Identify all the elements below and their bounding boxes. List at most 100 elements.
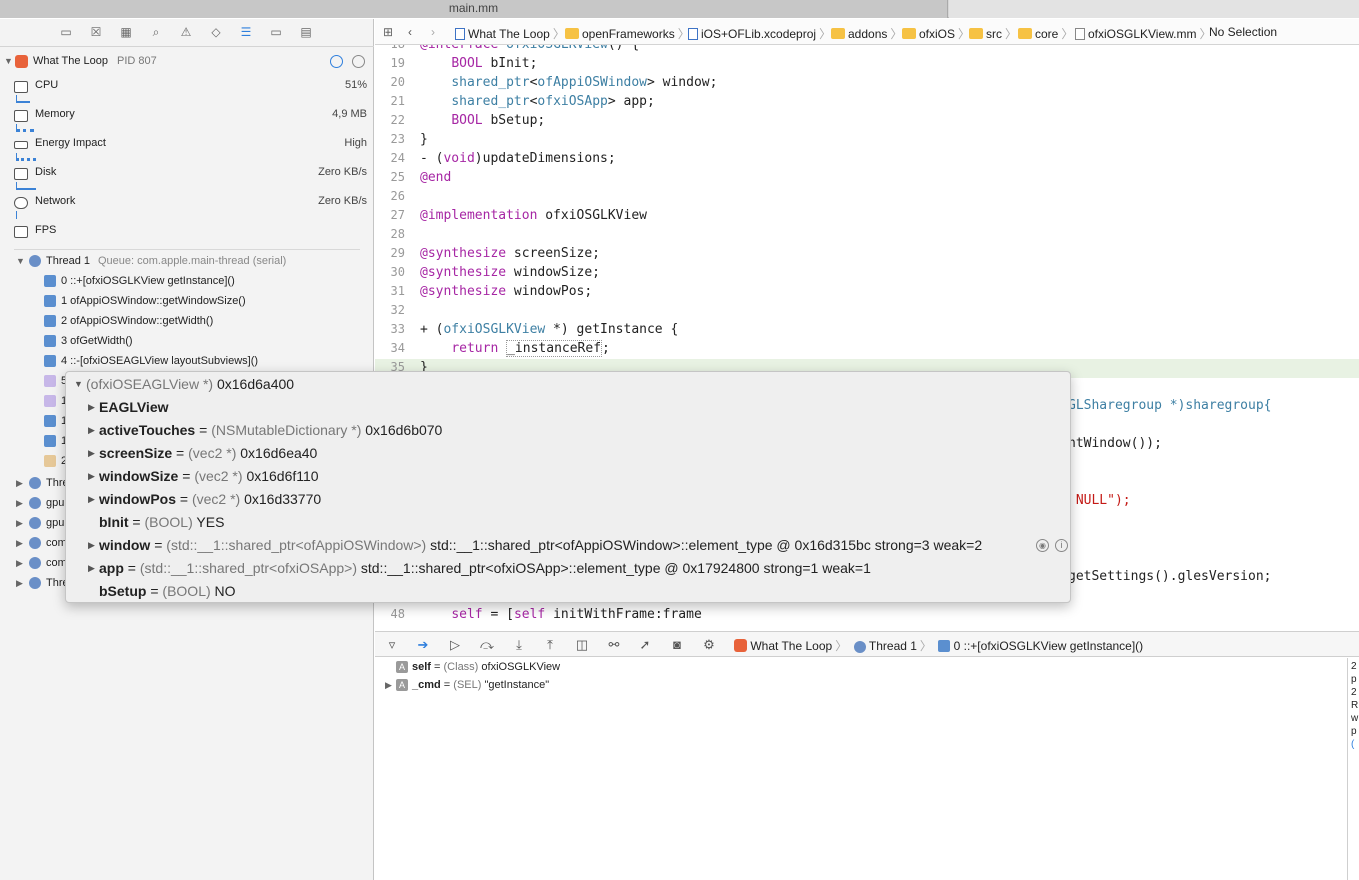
gauge-memory[interactable]: Memory 4,9 MB [0,105,374,134]
jump-item-addons[interactable]: addons 〉 [831,25,905,42]
search-icon[interactable]: ⌕ [148,25,164,39]
thread-row[interactable]: ▼ Thread 1 Queue: com.apple.main-thread … [0,251,374,271]
line-number: 32 [390,303,405,317]
quick-look-eye-icon[interactable]: ◉ [1036,539,1049,552]
disclosure-down-icon[interactable]: ▼ [4,51,13,71]
disclosure-right-icon[interactable]: ▶ [16,493,23,513]
member-value: 0x16d6ea40 [240,445,318,461]
stack-frame[interactable]: 2 ofAppiOSWindow::getWidth() [0,311,374,331]
thread-view-icon[interactable] [352,55,365,68]
jump-item-group[interactable]: openFrameworks 〉 [565,25,693,42]
back-icon[interactable]: ‹ [408,25,412,39]
line-number: 29 [390,246,405,260]
popover-row[interactable]: ▶ app = (std::__1::shared_ptr<ofxiOSApp>… [88,557,871,580]
thread-icon [29,517,41,529]
report-icon[interactable]: ▤ [298,25,314,39]
disclosure-right-icon[interactable]: ▶ [88,442,95,465]
gauge-energy[interactable]: Energy Impact High [0,134,374,163]
warning-icon[interactable]: ⚠ [178,25,194,39]
jump-item-project[interactable]: What The Loop 〉 [455,25,568,42]
member-name: window [99,537,151,553]
jump-item-selection[interactable]: No Selection [1209,25,1277,39]
disclosure-down-icon[interactable]: ▼ [74,373,83,396]
popover-header[interactable]: ▼ (ofxiOSEAGLView *) 0x16d6a400 [74,373,294,396]
memory-graph-icon[interactable]: ⚯ [606,637,622,653]
popover-row[interactable]: bInit = (BOOL) YES [88,511,224,534]
crumb-process[interactable]: What The Loop [750,639,832,653]
disclosure-right-icon[interactable]: ▶ [88,419,95,442]
tab-empty[interactable] [949,0,1359,18]
test-icon[interactable]: ◇ [208,25,224,39]
member-type: (std::__1::shared_ptr<ofxiOSApp>) [139,560,357,576]
popover-row[interactable]: ▶ windowPos = (vec2 *) 0x16d33770 [88,488,321,511]
disclosure-right-icon[interactable]: ▶ [16,473,23,493]
related-items-icon[interactable]: ⊞ [383,25,393,39]
gauge-fps[interactable]: FPS [0,221,374,250]
code-line: self = [self initWithFrame:frame [451,607,702,622]
thread-name: com [46,537,67,549]
step-over-icon[interactable]: ⤼ [479,637,495,653]
crumb-frame[interactable]: 0 ::+[ofxiOSGLKView getInstance]() [954,639,1144,653]
disclosure-right-icon[interactable]: ▶ [16,513,23,533]
location-icon[interactable]: ➚ [637,637,653,653]
stack-frame[interactable]: 0 ::+[ofxiOSGLKView getInstance]() [0,271,374,291]
jump-item-src[interactable]: src 〉 [969,25,1020,42]
system-frame-icon [44,395,56,407]
folder-icon[interactable]: ▭ [58,25,74,39]
disclosure-right-icon[interactable]: ▶ [88,465,95,488]
process-row[interactable]: ▼ What The Loop PID 807 [0,51,374,71]
info-icon[interactable]: i [1055,539,1068,552]
hide-debug-area-icon[interactable]: ▿ [384,637,400,653]
popover-row[interactable]: ▶ screenSize = (vec2 *) 0x16d6ea40 [88,442,317,465]
gauge-cpu[interactable]: CPU 51% [0,76,374,105]
stack-frame[interactable]: 4 ::-[ofxiOSEAGLView layoutSubviews]() [0,351,374,371]
gear-icon[interactable]: ⚙ [701,637,717,653]
disclosure-right-icon[interactable]: ▶ [385,676,392,694]
breakpoints-toggle-icon[interactable]: ➔ [415,637,431,653]
symbol-icon[interactable]: ▦ [118,25,134,39]
jump-item-file[interactable]: ofxiOSGLKView.mm 〉 [1075,25,1215,42]
breakpoint-icon[interactable]: ▭ [268,25,284,39]
stack-frame[interactable]: 1 ofAppiOSWindow::getWindowSize() [0,291,374,311]
forward-icon[interactable]: › [431,25,435,39]
gauge-network[interactable]: Network Zero KB/s [0,192,374,221]
camera-icon[interactable]: ◙ [669,637,685,653]
step-out-icon[interactable]: ⤒ [542,637,558,653]
popover-row[interactable]: ▶ activeTouches = (NSMutableDictionary *… [88,419,442,442]
view-debugger-icon[interactable]: ◫ [574,637,590,653]
disclosure-right-icon[interactable]: ▶ [16,553,23,573]
disclosure-right-icon[interactable]: ▶ [16,573,23,593]
popover-row[interactable]: ▶ window = (std::__1::shared_ptr<ofAppiO… [88,534,982,557]
member-value: 0x16d6f110 [246,468,319,484]
variable-row[interactable]: ▶ A _cmd = (SEL) "getInstance" [385,676,759,694]
member-name: bSetup [99,583,147,599]
disclosure-right-icon[interactable]: ▶ [88,396,95,419]
stack-frame[interactable]: 3 ofGetWidth() [0,331,374,351]
crumb-thread[interactable]: Thread 1 [869,639,917,653]
disclosure-right-icon[interactable]: ▶ [16,533,23,553]
variable-row[interactable]: Aself = (Class) ofxiOSGLKView [385,658,759,676]
gauge-toggle-icon[interactable] [330,55,343,68]
line-number: 48 [390,607,405,621]
variable-a-icon: A [396,661,408,673]
jump-item-core[interactable]: core 〉 [1018,25,1076,42]
jump-item-xcodeproj[interactable]: iOS+OFLib.xcodeproj 〉 [688,25,834,42]
popover-row[interactable]: ▶ windowSize = (vec2 *) 0x16d6f110 [88,465,319,488]
console-view[interactable]: 2 p 2 Rw p( [1347,658,1359,880]
continue-icon[interactable]: ▷ [447,637,463,653]
step-into-icon[interactable]: ⤓ [511,637,527,653]
jump-item-ofxios[interactable]: ofxiOS 〉 [902,25,973,42]
gauge-disk[interactable]: Disk Zero KB/s [0,163,374,192]
disclosure-right-icon[interactable]: ▶ [88,557,95,580]
code-line: @end [420,170,452,185]
popover-row[interactable]: bSetup = (BOOL) NO [88,580,236,603]
debug-navigator-icon[interactable]: ☰ [238,25,254,39]
popover-row[interactable]: ▶ EAGLView [88,396,169,419]
disclosure-right-icon[interactable]: ▶ [88,488,95,511]
disk-sparkline [16,182,36,190]
disclosure-right-icon[interactable]: ▶ [88,534,95,557]
source-control-icon[interactable]: ☒ [88,25,104,39]
tab-main-mm[interactable]: main.mm [0,0,948,18]
variables-view[interactable]: Aself = (Class) ofxiOSGLKView ▶ A _cmd = … [375,658,1347,880]
disclosure-down-icon[interactable]: ▼ [16,251,25,271]
